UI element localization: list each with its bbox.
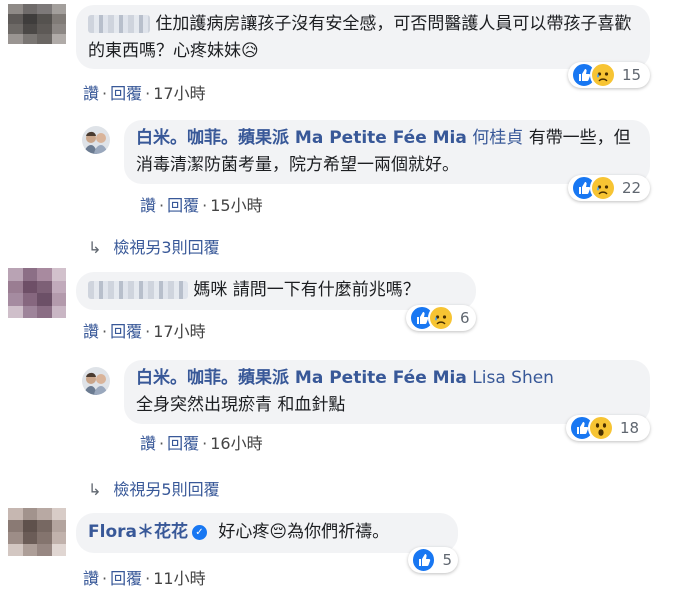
view-more-label: 檢視另5則回覆 <box>113 480 220 499</box>
reaction-count: 5 <box>442 551 452 569</box>
reply-bubble: 白米。咖菲。蘋果派 Ma Petite Fée Mia 何桂貞 有帶一些，但消毒… <box>124 120 650 184</box>
reaction-summary[interactable]: 22 <box>568 175 650 201</box>
commenter-avatar[interactable] <box>8 4 66 44</box>
reply-text: 全身突然出現瘀青 和血針點 <box>136 395 346 415</box>
comment-actions: 讚 · 回覆 · 11小時 <box>83 569 206 588</box>
mention-tag[interactable]: Lisa Shen <box>472 368 554 388</box>
reply-link[interactable]: 回覆 <box>110 84 142 103</box>
like-link[interactable]: 讚 <box>140 196 156 215</box>
reply-actions: 讚 · 回覆 · 16小時 <box>140 434 263 453</box>
comment-text: 好心疼😔為你們祈禱。 <box>218 522 390 542</box>
reply-actions: 讚 · 回覆 · 15小時 <box>140 196 263 215</box>
reaction-count: 22 <box>622 179 642 197</box>
timestamp[interactable]: 11小時 <box>153 569 205 588</box>
reaction-summary[interactable]: 18 <box>566 415 650 441</box>
reaction-summary[interactable]: 5 <box>408 547 458 573</box>
comment-bubble: 住加護病房讓孩子沒有安全感，可否問醫護人員可以帶孩子喜歡的東西嗎？心疼妹妹😥 <box>76 5 650 69</box>
view-more-label: 檢視另3則回覆 <box>113 238 220 257</box>
reply-author[interactable]: 白米。咖菲。蘋果派 Ma Petite Fée Mia <box>136 368 467 388</box>
comment-bubble: Flora＊花花 ✓ 好心疼😔為你們祈禱。 <box>76 513 458 553</box>
like-link[interactable]: 讚 <box>83 84 99 103</box>
commenter-avatar[interactable] <box>8 268 66 318</box>
blurred-author-name[interactable] <box>88 15 150 33</box>
like-link[interactable]: 讚 <box>83 322 99 341</box>
page-avatar[interactable] <box>82 367 110 395</box>
comment-author[interactable]: Flora＊花花 <box>88 522 188 542</box>
view-more-replies[interactable]: ↳ 檢視另5則回覆 <box>88 476 220 500</box>
reaction-count: 6 <box>460 309 470 327</box>
reply-link[interactable]: 回覆 <box>167 196 199 215</box>
sad-icon <box>428 305 454 331</box>
reply-author[interactable]: 白米。咖菲。蘋果派 Ma Petite Fée Mia <box>136 128 467 148</box>
reply-link[interactable]: 回覆 <box>110 322 142 341</box>
like-icon <box>411 547 437 573</box>
wow-icon <box>588 415 614 441</box>
timestamp[interactable]: 17小時 <box>153 322 205 341</box>
like-link[interactable]: 讚 <box>140 434 156 453</box>
comment-actions: 讚 · 回覆 · 17小時 <box>83 322 206 341</box>
comment-actions: 讚 · 回覆 · 17小時 <box>83 84 206 103</box>
view-more-replies[interactable]: ↳ 檢視另3則回覆 <box>88 234 220 258</box>
timestamp[interactable]: 15小時 <box>210 196 262 215</box>
timestamp[interactable]: 16小時 <box>210 434 262 453</box>
reaction-count: 18 <box>620 419 640 437</box>
like-link[interactable]: 讚 <box>83 569 99 588</box>
verified-badge-icon: ✓ <box>191 524 207 540</box>
commenter-avatar[interactable] <box>8 508 66 556</box>
comment-text: 媽咪 請問一下有什麼前兆嗎？ <box>193 280 420 300</box>
reply-link[interactable]: 回覆 <box>110 569 142 588</box>
reply-bubble: 白米。咖菲。蘋果派 Ma Petite Fée Mia Lisa Shen 全身… <box>124 360 650 424</box>
page-avatar[interactable] <box>82 126 110 154</box>
comment-text: 住加護病房讓孩子沒有安全感，可否問醫護人員可以帶孩子喜歡的東西嗎？心疼妹妹😥 <box>88 14 632 61</box>
reaction-summary[interactable]: 15 <box>568 62 650 88</box>
mention-tag[interactable]: 何桂貞 <box>472 128 523 148</box>
timestamp[interactable]: 17小時 <box>153 84 205 103</box>
blurred-author-name[interactable] <box>88 281 188 299</box>
reply-arrow-icon: ↳ <box>88 480 102 499</box>
reply-link[interactable]: 回覆 <box>167 434 199 453</box>
reply-arrow-icon: ↳ <box>88 238 102 257</box>
reaction-summary[interactable]: 6 <box>406 305 476 331</box>
sad-icon <box>590 62 616 88</box>
sad-icon <box>590 175 616 201</box>
reaction-count: 15 <box>622 66 642 84</box>
